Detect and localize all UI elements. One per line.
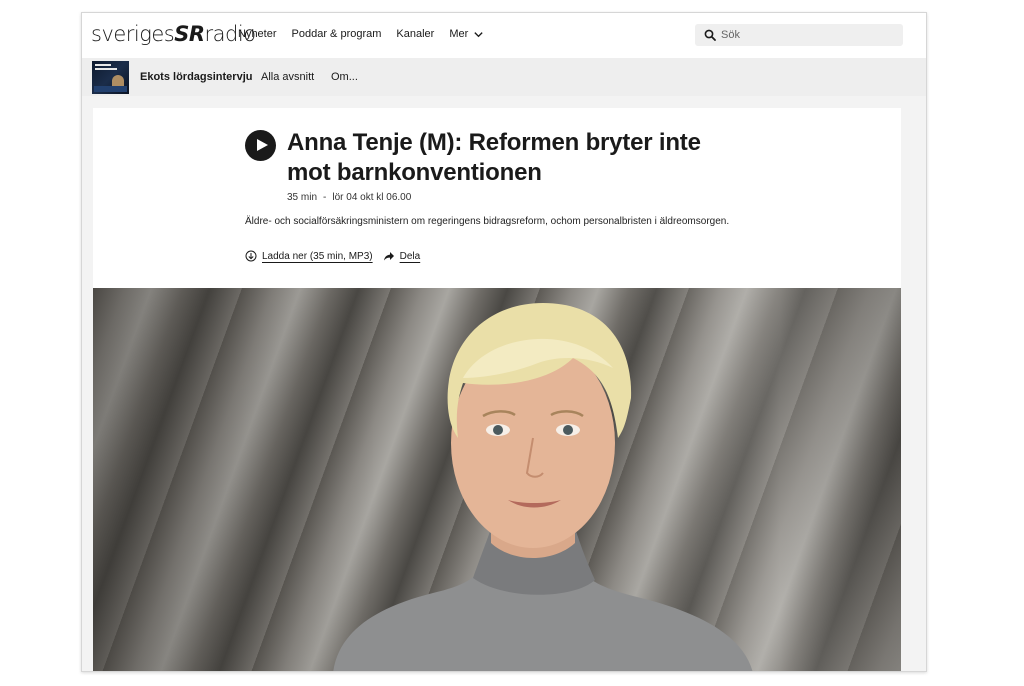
browser-page: sverigesSRradio Nyheter Poddar & program… <box>81 12 927 672</box>
site-header: sverigesSRradio Nyheter Poddar & program… <box>82 13 926 58</box>
logo-text-sr: SR <box>174 22 205 46</box>
episode-title: Anna Tenje (M): Reformen bryter inte mot… <box>287 129 701 186</box>
program-title[interactable]: Ekots lördagsintervju <box>140 71 252 83</box>
download-icon <box>245 250 257 262</box>
nav-label: Nyheter <box>238 28 277 40</box>
nav-label: Mer <box>449 28 469 40</box>
program-bar: Ekots lördagsintervju Alla avsnitt Om... <box>82 58 926 96</box>
episode-actions: Ladda ner (35 min, MP3) Dela <box>245 250 420 262</box>
nav-item-kanaler[interactable]: Kanaler <box>396 28 434 40</box>
download-label: Ladda ner (35 min, MP3) <box>262 250 373 262</box>
meta-separator: - <box>323 192 327 203</box>
main-nav: Nyheter Poddar & program Kanaler Mer <box>238 28 499 40</box>
nav-item-mer[interactable]: Mer <box>449 28 484 40</box>
program-thumbnail[interactable] <box>92 61 129 94</box>
thumbnail-line <box>95 64 111 66</box>
search-box[interactable] <box>695 24 903 46</box>
episode-duration: 35 min <box>287 192 318 203</box>
sveriges-radio-logo[interactable]: sverigesSRradio <box>91 22 256 46</box>
play-button[interactable] <box>245 130 276 161</box>
share-button[interactable]: Dela <box>383 250 421 262</box>
chevron-down-icon <box>474 31 483 37</box>
thumbnail-band <box>94 86 127 92</box>
share-label: Dela <box>399 250 421 262</box>
share-icon <box>383 252 394 261</box>
nav-label: Poddar & program <box>291 28 382 40</box>
portrait-figure <box>333 303 753 671</box>
nav-item-nyheter[interactable]: Nyheter <box>238 28 277 40</box>
episode-image <box>93 288 901 671</box>
search-icon <box>704 29 716 41</box>
nav-label: Kanaler <box>396 28 435 40</box>
episode-meta: 35 min - lör 04 okt kl 06.00 <box>287 192 411 203</box>
search-input[interactable] <box>721 29 891 41</box>
episode-description: Äldre- och socialförsäkringsministern om… <box>245 216 730 227</box>
episode-card: Anna Tenje (M): Reformen bryter inte mot… <box>93 108 901 671</box>
program-link-om[interactable]: Om... <box>331 71 358 83</box>
download-button[interactable]: Ladda ner (35 min, MP3) <box>245 250 373 262</box>
nav-item-poddar-program[interactable]: Poddar & program <box>292 28 382 40</box>
thumbnail-line <box>95 68 117 70</box>
program-link-alla-avsnitt[interactable]: Alla avsnitt <box>261 71 314 83</box>
episode-date: lör 04 okt kl 06.00 <box>332 192 412 203</box>
logo-text: sveriges <box>91 22 175 46</box>
